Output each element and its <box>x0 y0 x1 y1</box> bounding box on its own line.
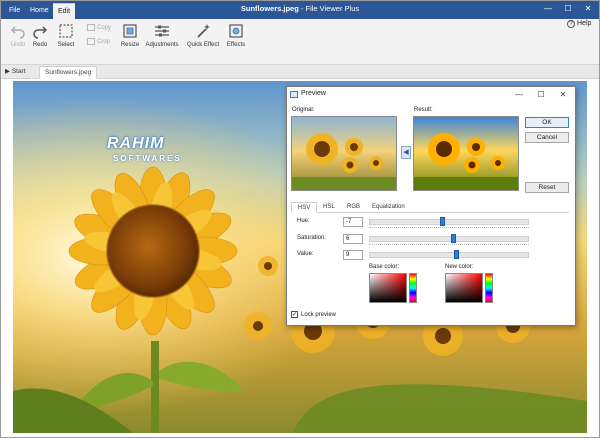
redo-icon <box>33 26 48 39</box>
preview-dialog: Preview — ☐ ✕ Original: Result: ◀ OK Can… <box>286 86 576 326</box>
lock-preview-checkbox[interactable]: ✓ Lock preview <box>291 311 336 318</box>
reset-button[interactable]: Reset <box>525 182 569 193</box>
window-title-app: File Viewer Plus <box>305 4 360 13</box>
hue-input[interactable]: -7 <box>343 217 363 227</box>
help-button[interactable]: ? Help <box>567 20 591 28</box>
file-tab[interactable]: Sunflowers.jpeg <box>39 66 98 79</box>
lock-preview-label: Lock preview <box>301 312 337 319</box>
crop-button[interactable]: Crop <box>87 38 110 45</box>
document-tab-strip: ▶ Start Sunflowers.jpeg <box>1 65 599 79</box>
dialog-maximize-button[interactable]: ☐ <box>535 89 547 101</box>
window-title-file: Sunflowers.jpeg <box>240 4 299 13</box>
start-tab[interactable]: ▶ Start <box>5 67 26 75</box>
tab-hsl[interactable]: HSL <box>317 202 341 213</box>
adjustments-icon <box>155 25 169 37</box>
adjustments-button[interactable]: Adjustments <box>143 23 181 48</box>
maximize-button[interactable]: ☐ <box>561 2 575 16</box>
base-hue-bar[interactable] <box>409 273 417 303</box>
checkbox-check-icon: ✓ <box>291 311 298 318</box>
window-title: Sunflowers.jpeg - File Viewer Plus <box>1 4 599 13</box>
arrow-left-icon: ◀ <box>403 149 409 156</box>
adjust-tab-bar: HSV HSL RGB Equalization <box>291 201 569 213</box>
start-tab-label: Start <box>11 68 26 75</box>
hue-slider-track[interactable] <box>369 219 529 225</box>
file-viewer-window: File Home Edit Sunflowers.jpeg - File Vi… <box>0 0 600 438</box>
base-color-field[interactable] <box>369 273 407 303</box>
dialog-minimize-button[interactable]: — <box>513 89 525 101</box>
new-color-label: New color: <box>445 264 474 270</box>
ok-button[interactable]: OK <box>525 117 569 128</box>
value-input[interactable]: 9 <box>343 250 363 260</box>
crop-icon <box>87 38 95 45</box>
select-icon <box>59 24 73 38</box>
quick-effect-button[interactable]: Quick Effect <box>185 23 221 48</box>
result-label: Result: <box>414 107 433 113</box>
effects-label: Effects <box>226 42 246 48</box>
value-slider-track[interactable] <box>369 252 529 258</box>
watermark-title: RAHIM <box>107 135 165 152</box>
watermark-logo: RAHIM SOFTWARES <box>77 133 207 169</box>
redo-label: Redo <box>32 42 48 48</box>
title-bar: File Home Edit Sunflowers.jpeg - File Vi… <box>1 1 599 19</box>
adjustments-label: Adjustments <box>145 42 179 48</box>
dialog-title: Preview <box>301 90 326 97</box>
original-preview <box>291 116 397 191</box>
hue-label: Hue: <box>297 218 310 224</box>
magic-wand-icon <box>197 24 210 38</box>
effects-button[interactable]: Effects <box>221 23 251 48</box>
select-label: Select <box>57 42 75 48</box>
copy-result-arrow-button[interactable]: ◀ <box>401 146 411 159</box>
copy-label: Copy <box>97 25 112 32</box>
help-label: Help <box>577 20 592 27</box>
undo-icon <box>10 26 25 39</box>
select-button[interactable]: Select <box>51 23 81 48</box>
minimize-button[interactable]: — <box>541 2 555 16</box>
tab-rgb[interactable]: RGB <box>341 202 366 213</box>
saturation-label: Saturation: <box>297 235 327 241</box>
resize-button[interactable]: Resize <box>115 23 145 48</box>
original-label: Original: <box>292 107 315 113</box>
crop-label: Crop <box>97 39 111 46</box>
preview-window-icon <box>290 91 298 98</box>
tab-hsv[interactable]: HSV <box>291 202 318 213</box>
cancel-button[interactable]: Cancel <box>525 132 569 143</box>
base-color-label: Base color: <box>369 264 400 270</box>
quick-effect-label: Quick Effect <box>186 42 220 48</box>
copy-button[interactable]: Copy <box>87 24 111 31</box>
help-icon: ? <box>567 20 575 28</box>
resize-icon <box>123 24 137 38</box>
result-thumbnail <box>414 117 518 190</box>
watermark-subtitle: SOFTWARES <box>113 154 182 163</box>
hue-slider-ticks <box>369 227 529 229</box>
new-color-field[interactable] <box>445 273 483 303</box>
play-icon: ▶ <box>5 68 10 75</box>
dialog-close-button[interactable]: ✕ <box>557 89 569 101</box>
saturation-slider-thumb[interactable] <box>450 234 456 243</box>
close-button[interactable]: ✕ <box>581 2 595 16</box>
undo-label: Undo <box>10 42 26 48</box>
tab-equalization[interactable]: Equalization <box>366 202 411 213</box>
new-hue-bar[interactable] <box>485 273 493 303</box>
value-slider-thumb[interactable] <box>454 250 459 259</box>
resize-label: Resize <box>120 42 140 48</box>
original-thumbnail <box>292 117 396 190</box>
effects-icon <box>229 24 243 38</box>
edit-ribbon: ? Help Undo Redo Select Copy Crop Resize … <box>1 19 599 65</box>
dialog-title-bar: Preview — ☐ ✕ <box>287 87 575 103</box>
saturation-slider-track[interactable] <box>369 236 529 242</box>
result-preview <box>413 116 519 191</box>
value-label: Value: <box>297 251 314 257</box>
saturation-input[interactable]: 6 <box>343 234 363 244</box>
copy-icon <box>87 24 95 31</box>
hue-slider-thumb[interactable] <box>439 217 445 226</box>
saturation-slider-ticks <box>369 244 529 246</box>
